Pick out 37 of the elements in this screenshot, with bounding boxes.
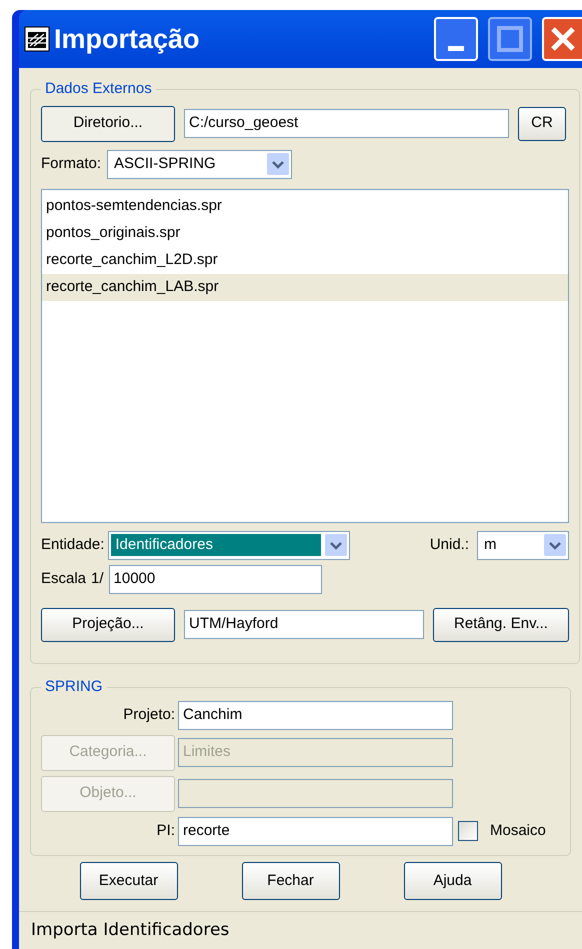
- envelope-button[interactable]: Retâng. Env...: [433, 608, 569, 642]
- text-field[interactable]: Canchim: [178, 700, 453, 730]
- field-label: Projeto:: [122, 704, 175, 725]
- unit-label: Unid.:: [430, 534, 469, 555]
- unit-dropdown[interactable]: m: [477, 530, 569, 560]
- file-list-item[interactable]: recorte_canchim_LAB.spr: [42, 274, 568, 300]
- minimize-button[interactable]: [434, 17, 478, 61]
- format-dropdown[interactable]: ASCII-SPRING: [107, 150, 292, 178]
- close-button[interactable]: [542, 17, 582, 61]
- dialog-button[interactable]: Fechar: [242, 862, 340, 900]
- grid-window-icon: [24, 26, 50, 52]
- entity-dropdown[interactable]: Identificadores: [108, 530, 350, 560]
- scale-label: Escala: [41, 568, 88, 589]
- dialog-button[interactable]: Ajuda: [404, 862, 502, 900]
- directory-field[interactable]: C:/curso_geoest: [184, 109, 509, 138]
- group-title: SPRING: [44, 677, 104, 697]
- window-title: Importação: [54, 22, 201, 56]
- group-title: Dados Externos: [44, 79, 153, 99]
- status-text: Importa Identificadores: [31, 918, 230, 942]
- file-list-item[interactable]: pontos_originais.spr: [42, 220, 568, 246]
- file-list-item[interactable]: recorte_canchim_L2D.spr: [42, 246, 568, 274]
- checkbox-label: Mosaico: [490, 820, 546, 841]
- format-label: Formato:: [41, 154, 102, 174]
- directory-button[interactable]: Diretorio...: [41, 106, 175, 142]
- scale-field[interactable]: 10000: [108, 564, 322, 594]
- field-label: PI:: [156, 820, 175, 841]
- checkbox[interactable]: [458, 821, 478, 841]
- projection-button[interactable]: Projeção...: [41, 608, 175, 642]
- maximize-button[interactable]: [488, 17, 532, 61]
- cr-button[interactable]: CR: [518, 106, 566, 140]
- text-field[interactable]: recorte: [178, 816, 453, 846]
- scale-prefix: 1/: [91, 568, 104, 589]
- projection-field[interactable]: UTM/Hayford: [184, 610, 424, 639]
- entity-label: Entidade:: [41, 534, 104, 555]
- dialog-button[interactable]: Executar: [80, 862, 178, 900]
- file-list-item[interactable]: pontos-semtendencias.spr: [42, 192, 568, 220]
- close-icon: [550, 26, 576, 52]
